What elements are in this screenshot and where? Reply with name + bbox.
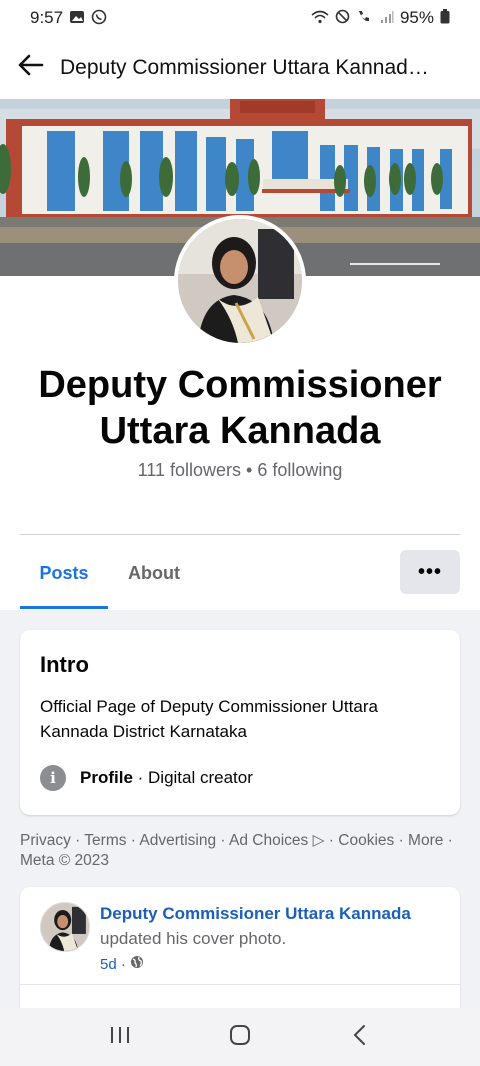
active-tab-indicator [20,606,108,609]
post-card: Deputy Commissioner Uttara Kannada updat… [20,887,460,1027]
home-icon [229,1024,251,1051]
back-arrow-icon [16,53,44,82]
post-action-text: updated his cover photo. [100,929,287,948]
page-title: Deputy Commissioner Uttara Kannada [38,364,442,452]
system-back-button[interactable] [330,1017,390,1057]
signal-icon [380,10,394,27]
gallery-icon [69,9,85,28]
app-bar-title: Deputy Commissioner Uttara Kannad… [60,55,429,79]
recent-apps-button[interactable] [90,1017,150,1057]
battery-percent: 95% [399,8,434,27]
intro-card: Intro Official Page of Deputy Commission… [20,630,460,815]
whatsapp-icon [91,9,107,28]
app-bar: Deputy Commissioner Uttara Kannad… [0,36,480,100]
profile-label: Profile [80,768,133,787]
battery-icon [440,9,450,27]
post-divider [20,984,460,985]
do-not-disturb-icon [335,9,350,27]
wifi-icon [311,10,329,27]
tab-about[interactable]: About [128,550,180,596]
intro-category: Profile · Digital creator [80,768,253,788]
profile-tabs: Posts About ••• [20,550,460,610]
profile-category-value: · Digital creator [137,768,253,787]
post-time[interactable]: 5d · [100,956,126,973]
chevron-left-icon [352,1024,368,1051]
post-author-name[interactable]: Deputy Commissioner Uttara Kannada [100,904,411,924]
status-right: 95% [311,8,450,28]
intro-title: Intro [40,652,89,677]
status-bar: 9:57 95% [0,0,480,36]
followers-count[interactable]: 111 followers • 6 following [0,460,480,481]
tabs-divider [20,534,460,535]
intro-description: Official Page of Deputy Commissioner Utt… [40,697,378,741]
more-options-button[interactable]: ••• [400,550,460,594]
profile-picture[interactable] [174,215,306,347]
status-left: 9:57 [30,8,107,28]
intro-category-row: i Profile · Digital creator [40,765,253,791]
footer-links[interactable]: Privacy · Terms · Advertising · Ad Choic… [20,831,465,871]
post-meta: 5d · [100,955,144,973]
recent-apps-icon [109,1025,131,1050]
wifi-call-icon [356,9,374,27]
info-icon: i [40,765,66,791]
globe-icon [130,955,144,973]
status-time: 9:57 [30,8,64,27]
post-author-avatar[interactable] [40,902,90,952]
tab-posts[interactable]: Posts [20,550,108,596]
system-nav-bar [0,1008,480,1066]
home-button[interactable] [210,1017,270,1057]
back-button[interactable] [0,36,60,100]
